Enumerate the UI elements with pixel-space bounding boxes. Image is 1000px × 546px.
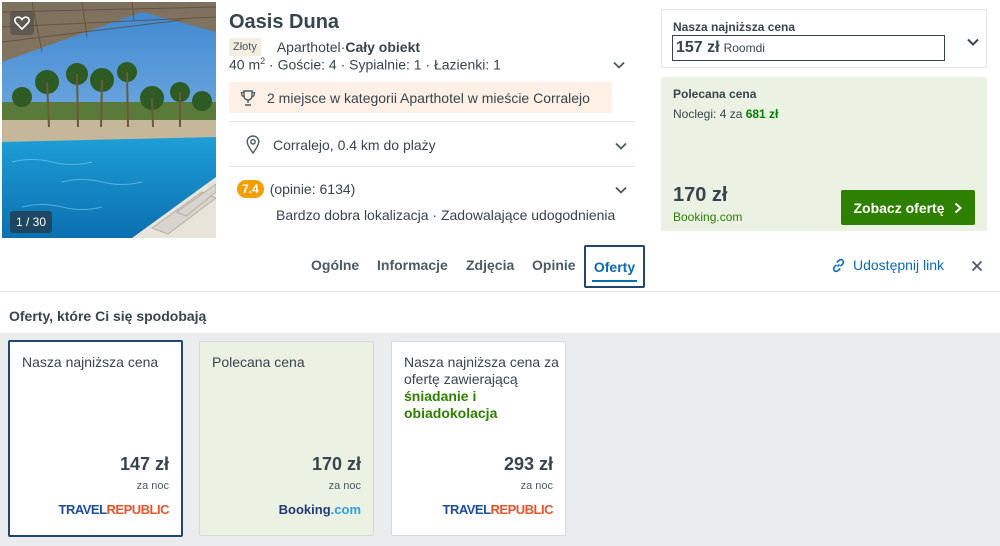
trophy-icon: [240, 89, 256, 106]
logo-part-b: .com: [330, 502, 361, 517]
link-icon: [832, 258, 845, 272]
rating-description: Bardzo dobra lokalizacja · Zadowalające …: [276, 207, 616, 223]
location-row[interactable]: Corralejo, 0.4 km do plaży: [246, 135, 436, 154]
offer-card-title: Nasza najniższa cena: [22, 354, 159, 370]
hotel-area: 40 m: [229, 56, 261, 73]
offer-card-unit: za noc: [520, 480, 553, 492]
offer-card-title: Polecana cena: [212, 354, 305, 370]
logo-part-a: TRAVEL: [58, 502, 108, 517]
section-tabs: Ogólne Informacje Zdjęcia Opinie Oferty …: [0, 242, 1000, 292]
hotel-type-row: Złoty Aparthotel · Cały obiekt: [229, 37, 420, 57]
map-pin-icon: [246, 135, 260, 154]
logo-part-a: TRAVEL: [442, 502, 492, 517]
hotel-photo[interactable]: 1 / 30: [2, 2, 216, 238]
chevron-down-icon[interactable]: [613, 61, 625, 69]
rating-row[interactable]: 7.4 (opinie: 6134): [237, 180, 355, 198]
award-banner: 2 miejsce w kategorii Aparthotel w mieśc…: [229, 82, 612, 113]
lowest-price-select[interactable]: 157 zł Roomdi: [672, 35, 945, 61]
hotel-scope: Cały obiekt: [345, 39, 421, 55]
offer-card-recommended[interactable]: Polecana cena 170 zł za noc Booking.com: [199, 341, 374, 536]
offer-card-highlight: śniadanie i obiadokolacja: [404, 388, 498, 421]
nights-prefix: Noclegi: 4 za: [673, 107, 746, 121]
heart-icon: [14, 16, 30, 30]
chevron-down-icon[interactable]: [615, 186, 627, 194]
offer-card-title: Nasza najniższa cena za ofertę zawierają…: [404, 354, 559, 422]
location-text: Corralejo, 0.4 km do plaży: [273, 136, 436, 153]
tab-general[interactable]: Ogólne: [311, 257, 359, 273]
divider: [229, 121, 635, 122]
travelrepublic-logo: TRAVELREPUBLIC: [443, 502, 554, 517]
offers-strip: Nasza najniższa cena 147 zł za noc TRAVE…: [0, 333, 1000, 546]
lowest-price-value: 157 zł: [676, 39, 720, 56]
offer-card-title-text: Nasza najniższa cena za ofertę zawierają…: [404, 354, 559, 387]
recommended-price: 170 zł: [673, 184, 728, 206]
offer-card-halfboard[interactable]: Nasza najniższa cena za ofertę zawierają…: [391, 341, 566, 536]
favorite-button[interactable]: [10, 11, 34, 35]
logo-part-b: REPUBLIC: [106, 502, 170, 517]
lowest-price-label: Nasza najniższa cena: [673, 20, 796, 34]
booking-logo: Booking.com: [279, 502, 361, 517]
share-link-button[interactable]: Udostępnij link: [831, 257, 944, 273]
tab-info[interactable]: Informacje: [377, 257, 448, 273]
hotel-details: 40 m2 · Goście: 4 · Sypialnie: 1 · Łazie…: [229, 56, 501, 73]
chevron-down-icon[interactable]: [615, 142, 627, 150]
hotel-header: 1 / 30 Oasis Duna Złoty Aparthotel · Cał…: [0, 0, 1000, 242]
offer-card-unit: za noc: [136, 480, 169, 492]
lowest-price-site: Roomdi: [723, 41, 765, 55]
offer-card-unit: za noc: [328, 480, 361, 492]
offer-card-price: 293 zł: [503, 454, 553, 474]
rating-tag: Złoty: [229, 38, 261, 56]
nights-total: 681 zł: [745, 107, 779, 121]
offer-card-price: 147 zł: [119, 454, 169, 474]
hotel-details-rest: · Goście: 4 · Sypialnie: 1 · Łazienki: 1: [265, 56, 501, 73]
close-icon[interactable]: [971, 260, 983, 272]
pool-photo-image: [2, 2, 216, 238]
logo-part-a: Booking: [278, 502, 331, 517]
tab-photos[interactable]: Zdjęcia: [466, 257, 514, 273]
hotel-name[interactable]: Oasis Duna: [229, 11, 339, 34]
recommended-nights: Noclegi: 4 za 681 zł: [673, 107, 778, 121]
photo-counter: 1 / 30: [10, 211, 53, 233]
recommended-site[interactable]: Booking.com: [673, 210, 742, 224]
view-offer-button[interactable]: Zobacz ofertę: [841, 190, 975, 225]
chevron-down-icon[interactable]: [967, 38, 979, 46]
recommended-price-box: Polecana cena Noclegi: 4 za 681 zł 170 z…: [661, 77, 987, 231]
view-offer-label: Zobacz ofertę: [853, 199, 945, 216]
rating-score-badge: 7.4: [237, 180, 264, 198]
offers-section-title: Oferty, które Ci się spodobają: [9, 308, 207, 324]
divider: [229, 166, 635, 167]
offer-card-lowest[interactable]: Nasza najniższa cena 147 zł za noc TRAVE…: [8, 340, 183, 537]
travelrepublic-logo: TRAVELREPUBLIC: [59, 502, 170, 517]
tab-offers[interactable]: Oferty: [584, 245, 645, 288]
lowest-price-box[interactable]: Nasza najniższa cena 157 zł Roomdi: [661, 9, 987, 68]
offer-card-price: 170 zł: [311, 454, 361, 474]
recommended-title: Polecana cena: [673, 87, 757, 101]
award-text: 2 miejsce w kategorii Aparthotel w mieśc…: [267, 89, 590, 106]
chevron-right-icon: [954, 202, 962, 213]
logo-part-b: REPUBLIC: [490, 502, 554, 517]
hotel-type: Aparthotel: [276, 39, 341, 55]
tab-reviews[interactable]: Opinie: [532, 257, 576, 273]
review-count: (opinie: 6134): [269, 181, 356, 197]
share-link-label: Udostępnij link: [853, 257, 945, 273]
